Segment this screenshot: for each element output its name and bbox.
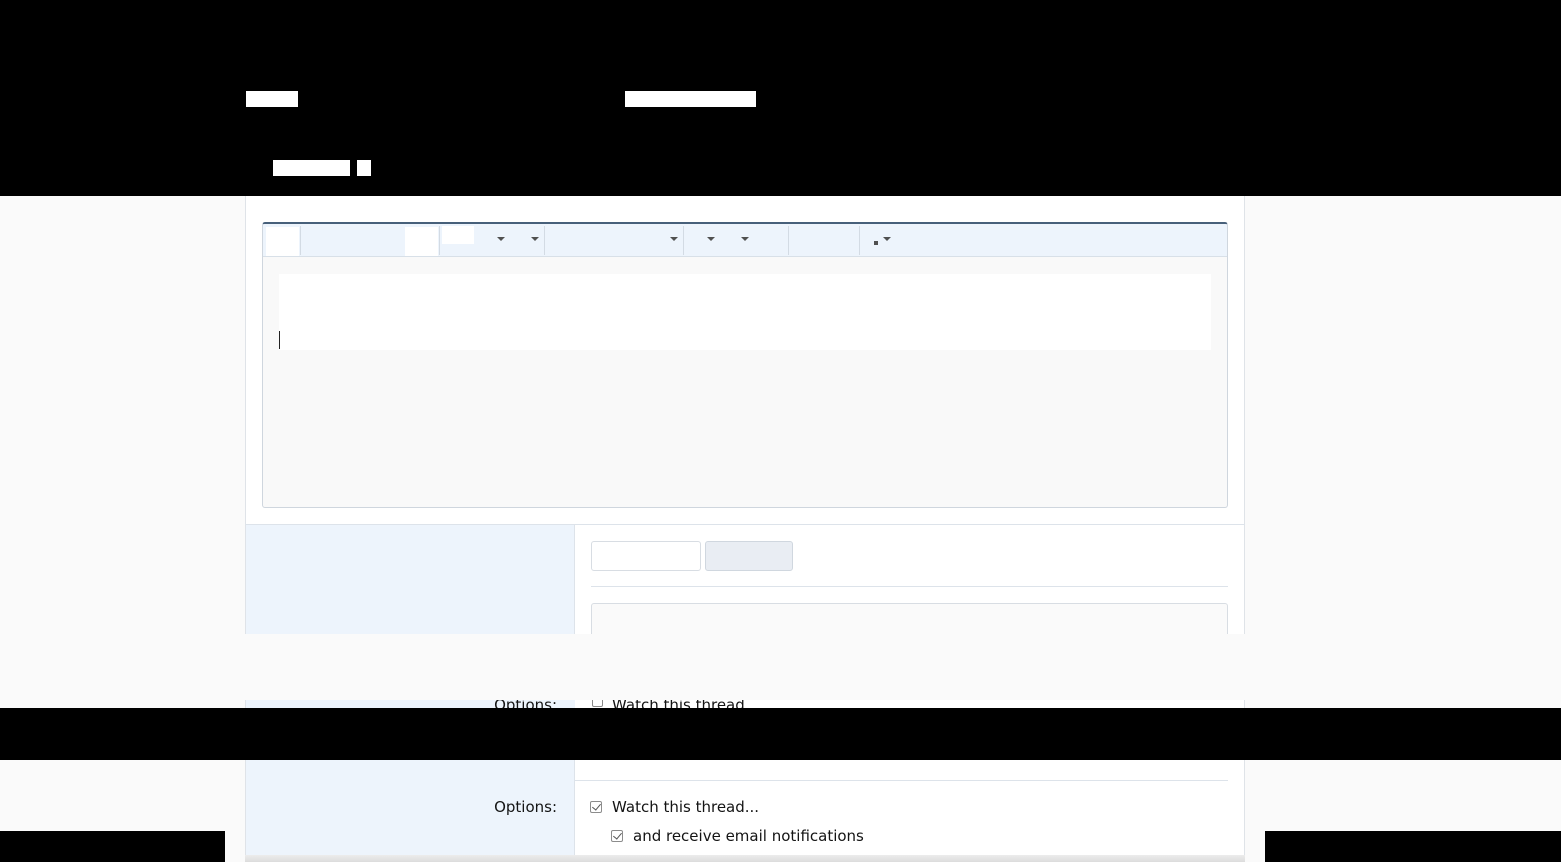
editor-content-area[interactable]	[279, 274, 1211, 350]
toolbar-button-redacted[interactable]	[442, 226, 474, 244]
watch-thread-checkbox[interactable]	[590, 801, 602, 813]
chevron-down-icon[interactable]	[741, 237, 749, 241]
options-label: Options:	[494, 798, 557, 816]
column-divider	[574, 760, 575, 862]
chevron-down-icon[interactable]	[531, 237, 539, 241]
toolbar-divider	[544, 226, 545, 255]
watch-thread-label[interactable]: Watch this thread...	[612, 700, 759, 708]
checkbox-checked-icon[interactable]	[592, 700, 603, 707]
row-divider	[575, 780, 1228, 781]
breadcrumb-icon[interactable]	[357, 160, 371, 176]
email-notifications-checkbox[interactable]	[611, 830, 623, 842]
toolbar-divider	[788, 226, 789, 255]
editor-toolbar	[263, 224, 1227, 257]
input-action-button[interactable]	[705, 541, 793, 571]
email-notifications-label[interactable]: and receive email notifications	[633, 827, 864, 845]
toolbar-button-redacted[interactable]	[405, 227, 438, 256]
toolbar-divider	[300, 226, 301, 255]
header-nav-redacted[interactable]	[625, 91, 756, 107]
chevron-down-icon[interactable]	[883, 237, 891, 241]
chevron-down-icon[interactable]	[670, 237, 678, 241]
form-label-column	[246, 525, 574, 634]
message-editor[interactable]	[262, 222, 1228, 508]
overlay-strip	[0, 634, 1561, 700]
watch-thread-label[interactable]: Watch this thread...	[612, 798, 759, 816]
toolbar-button-redacted[interactable]	[266, 227, 299, 256]
breadcrumb-redacted[interactable]	[273, 160, 350, 176]
column-divider	[574, 525, 575, 634]
toolbar-divider	[683, 226, 684, 255]
chevron-down-icon[interactable]	[497, 237, 505, 241]
redacted-block	[0, 831, 225, 862]
options-row-ghost: Options: Watch this thread...	[245, 700, 1245, 708]
row-divider	[591, 586, 1228, 587]
more-options-icon[interactable]	[874, 241, 878, 245]
redacted-band	[0, 708, 1561, 760]
text-cursor	[279, 331, 280, 349]
form-footer-edge	[245, 855, 1245, 862]
toolbar-divider	[859, 226, 860, 255]
header-logo-redacted[interactable]	[246, 91, 298, 107]
site-header	[0, 0, 1561, 196]
chevron-down-icon[interactable]	[707, 237, 715, 241]
text-input-field[interactable]	[591, 541, 701, 571]
toolbar-divider	[439, 226, 440, 255]
options-label: Options:	[494, 700, 557, 708]
redacted-block	[1265, 831, 1561, 862]
